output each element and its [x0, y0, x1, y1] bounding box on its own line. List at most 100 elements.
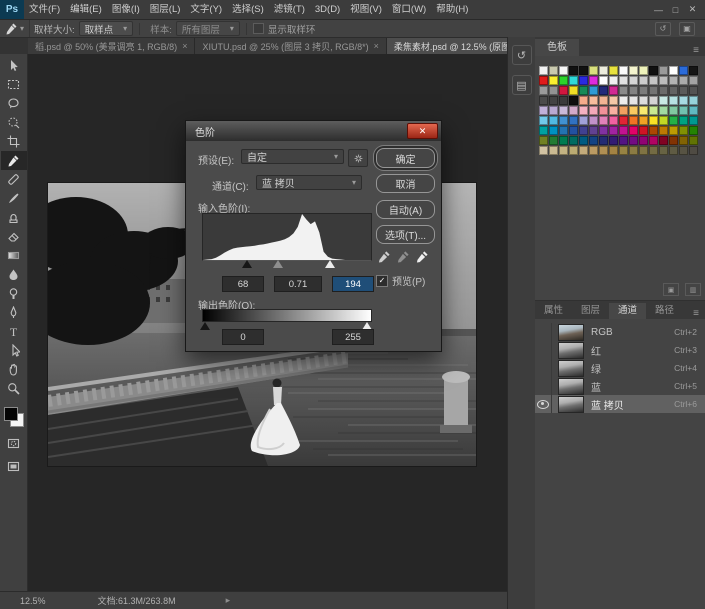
menu-item[interactable]: 图层(L)	[145, 0, 186, 19]
panel-tab[interactable]: 路径	[646, 303, 683, 319]
swatch[interactable]	[589, 106, 598, 115]
screen-mode-button[interactable]	[1, 457, 27, 476]
swatch[interactable]	[679, 126, 688, 135]
tool-zoom[interactable]	[1, 379, 27, 398]
swatch[interactable]	[609, 96, 618, 105]
swatch[interactable]	[669, 146, 678, 155]
swatch[interactable]	[539, 66, 548, 75]
new-swatch-icon[interactable]: ▣	[663, 283, 679, 296]
swatch[interactable]	[599, 146, 608, 155]
swatch[interactable]	[629, 116, 638, 125]
output-white-field[interactable]: 255	[332, 329, 374, 345]
tab-close-icon[interactable]: ×	[374, 41, 379, 51]
swatch[interactable]	[579, 96, 588, 105]
swatch[interactable]	[579, 146, 588, 155]
swatch[interactable]	[629, 126, 638, 135]
tool-pen[interactable]	[1, 303, 27, 322]
dialog-title-bar[interactable]: 色阶 ✕	[186, 121, 441, 141]
gamma-slider[interactable]	[273, 260, 283, 268]
swatch[interactable]	[569, 86, 578, 95]
swatch[interactable]	[569, 136, 578, 145]
swatch[interactable]	[609, 66, 618, 75]
panel-toggle-icon[interactable]: ▣	[679, 22, 695, 36]
tool-quick-select[interactable]	[1, 113, 27, 132]
swatch[interactable]	[619, 76, 628, 85]
menu-item[interactable]: 文件(F)	[24, 0, 65, 19]
checkbox-icon[interactable]	[253, 23, 264, 34]
swatch[interactable]	[639, 96, 648, 105]
swatch[interactable]	[559, 136, 568, 145]
swatch[interactable]	[549, 106, 558, 115]
cancel-button[interactable]: 取消	[376, 174, 435, 193]
menu-item[interactable]: 文字(Y)	[185, 0, 227, 19]
channel-select[interactable]: 蓝 拷贝 ▾	[256, 175, 362, 190]
sample-select[interactable]: 所有图层 ▾	[176, 21, 240, 36]
swatch[interactable]	[559, 146, 568, 155]
swatch[interactable]	[589, 86, 598, 95]
preset-options-button[interactable]	[348, 149, 368, 167]
swatch[interactable]	[649, 66, 658, 75]
swatch[interactable]	[539, 86, 548, 95]
swatch[interactable]	[609, 146, 618, 155]
swatch[interactable]	[619, 86, 628, 95]
input-gamma-field[interactable]: 0.71	[274, 276, 322, 292]
swatch[interactable]	[569, 106, 578, 115]
swatch[interactable]	[619, 116, 628, 125]
swatch[interactable]	[619, 126, 628, 135]
swatch[interactable]	[659, 86, 668, 95]
swatch[interactable]	[599, 116, 608, 125]
swatch[interactable]	[679, 146, 688, 155]
swatch[interactable]	[689, 76, 698, 85]
swatch[interactable]	[689, 116, 698, 125]
swatch[interactable]	[589, 76, 598, 85]
swatch[interactable]	[639, 136, 648, 145]
swatch[interactable]	[539, 126, 548, 135]
swatch[interactable]	[599, 76, 608, 85]
swatch[interactable]	[559, 86, 568, 95]
swatch[interactable]	[669, 66, 678, 75]
channel-row[interactable]: RGBCtrl+2	[535, 323, 705, 341]
input-black-field[interactable]: 68	[222, 276, 264, 292]
swatch[interactable]	[639, 116, 648, 125]
swatch[interactable]	[549, 96, 558, 105]
menu-item[interactable]: 图像(I)	[107, 0, 145, 19]
white-point-slider[interactable]	[325, 260, 335, 268]
panel-menu-icon[interactable]: ≡	[687, 308, 705, 319]
swatch[interactable]	[569, 116, 578, 125]
swatch[interactable]	[549, 66, 558, 75]
swatch[interactable]	[669, 76, 678, 85]
swatch[interactable]	[639, 86, 648, 95]
tool-type[interactable]: T	[1, 322, 27, 341]
swatch[interactable]	[649, 136, 658, 145]
swatch[interactable]	[549, 146, 558, 155]
menu-item[interactable]: 帮助(H)	[431, 0, 473, 19]
history-panel-icon[interactable]: ↺	[512, 45, 532, 65]
swatch[interactable]	[679, 136, 688, 145]
restore-button[interactable]: □	[667, 5, 684, 15]
swatch[interactable]	[689, 146, 698, 155]
visibility-cell[interactable]	[535, 359, 552, 377]
black-point-slider[interactable]	[242, 260, 252, 268]
swatch[interactable]	[609, 136, 618, 145]
workspace-icon[interactable]: ↺	[655, 22, 671, 36]
swatch[interactable]	[609, 116, 618, 125]
swatch[interactable]	[679, 96, 688, 105]
swatch[interactable]	[679, 116, 688, 125]
swatch[interactable]	[669, 116, 678, 125]
swatch[interactable]	[639, 106, 648, 115]
swatch[interactable]	[569, 66, 578, 75]
tool-brush[interactable]	[1, 189, 27, 208]
swatch[interactable]	[669, 126, 678, 135]
preview-option[interactable]: ✓ 预览(P)	[376, 273, 425, 288]
tool-eyedropper[interactable]	[1, 151, 27, 170]
swatch[interactable]	[689, 66, 698, 75]
swatch[interactable]	[649, 146, 658, 155]
swatch[interactable]	[579, 106, 588, 115]
white-point-eyedropper-icon[interactable]	[414, 248, 430, 264]
swatch[interactable]	[569, 146, 578, 155]
input-white-field[interactable]: 194	[332, 276, 374, 292]
doc-tab[interactable]: XIUTU.psd @ 25% (图层 3 拷贝, RGB/8*)×	[195, 38, 386, 54]
swatch[interactable]	[649, 86, 658, 95]
swatch[interactable]	[559, 126, 568, 135]
swatch[interactable]	[599, 96, 608, 105]
